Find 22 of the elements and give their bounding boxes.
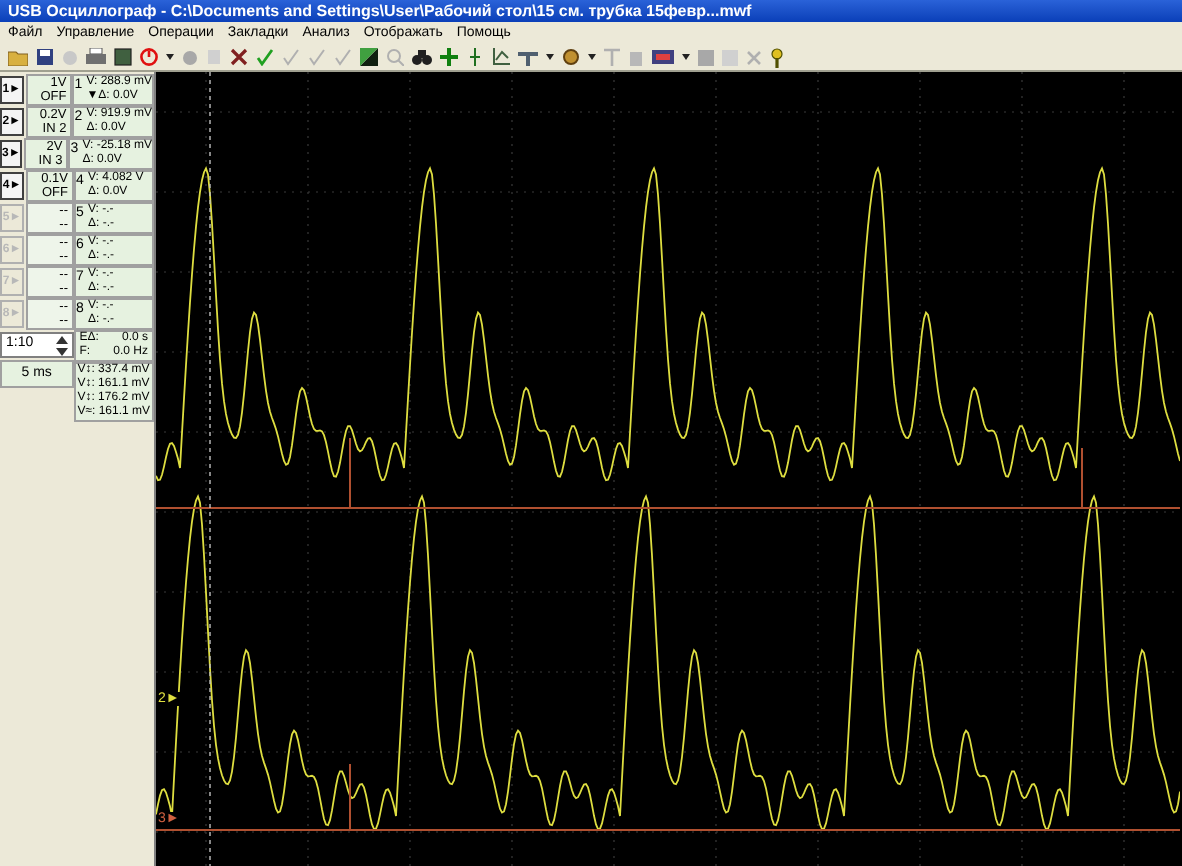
- cursor-icon[interactable]: [466, 48, 484, 66]
- square-icon: [722, 49, 738, 65]
- square-icon: [698, 49, 714, 65]
- magnifier-icon: [386, 48, 404, 66]
- binoculars-icon[interactable]: [412, 48, 432, 66]
- folder-icon[interactable]: [8, 48, 28, 66]
- dropdown-icon[interactable]: [546, 54, 554, 60]
- spinner-arrows-icon[interactable]: [55, 335, 68, 355]
- sheet-icon: [206, 48, 222, 66]
- dropdown-icon[interactable]: [588, 54, 596, 60]
- dropdown-icon[interactable]: [166, 54, 174, 60]
- dropdown-icon[interactable]: [682, 54, 690, 60]
- window-title: USB Осциллограф - C:\Documents and Settings\User\Рабочий стол\15 см. трубка 15февр...mwf: [8, 3, 752, 19]
- chart-icon[interactable]: [492, 48, 510, 66]
- stop-icon[interactable]: [140, 48, 158, 66]
- cursor-line[interactable]: [209, 72, 211, 866]
- close-icon: [746, 49, 762, 65]
- print-icon[interactable]: [86, 48, 106, 66]
- save-icon[interactable]: [36, 48, 54, 66]
- text-icon: [604, 48, 620, 66]
- circle-icon: [182, 49, 198, 65]
- contrast-icon[interactable]: [360, 48, 378, 66]
